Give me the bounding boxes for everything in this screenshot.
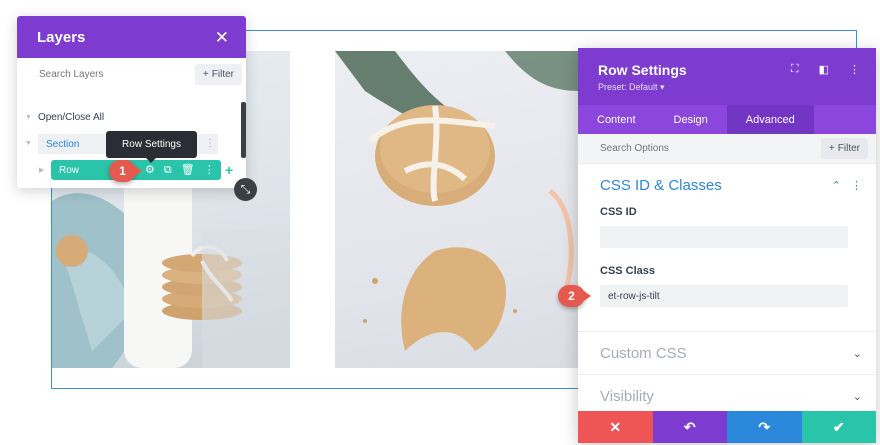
tab-advanced[interactable]: Advanced xyxy=(726,105,814,134)
tab-content[interactable]: Content xyxy=(578,105,655,134)
more-icon[interactable]: ⋮ xyxy=(851,179,862,192)
layers-scrollbar[interactable] xyxy=(241,102,246,158)
group-header[interactable]: CSS ID & Classes ⌃ ⋮ xyxy=(578,164,876,206)
section-more-icon[interactable]: ⋮ xyxy=(205,138,215,149)
group-custom-css[interactable]: Custom CSS ⌄ xyxy=(578,332,876,375)
builder-canvas: Layers ✕ + Filter ▼ Open/Close All Secti… xyxy=(0,0,880,445)
preset-dropdown[interactable]: Preset: Default ▾ xyxy=(598,82,876,93)
options-search-input[interactable] xyxy=(600,143,750,154)
cookies-ribbon-image xyxy=(335,51,578,368)
settings-header: Row Settings Preset: Default ▾ ⛶ ◧ ⋮ xyxy=(578,48,876,105)
caret-down-icon[interactable]: ▼ xyxy=(25,140,32,147)
tooltip-text: Row Settings xyxy=(122,139,181,150)
redo-icon: ↷ xyxy=(758,418,771,435)
fullscreen-icon[interactable]: ⛶ xyxy=(791,63,799,76)
step-number: 2 xyxy=(568,289,575,303)
group-title: CSS ID & Classes xyxy=(600,176,722,194)
css-id-label: CSS ID xyxy=(600,206,637,218)
caret-right-icon[interactable]: ▶ xyxy=(39,166,44,174)
group-css-id-classes: CSS ID & Classes ⌃ ⋮ CSS ID CSS Class xyxy=(578,164,876,332)
open-close-all-label: Open/Close All xyxy=(37,112,105,123)
chevron-down-icon[interactable]: ⌄ xyxy=(853,347,862,360)
more-icon[interactable]: ⋮ xyxy=(849,63,860,76)
cancel-button[interactable]: ✕ xyxy=(578,411,653,443)
row-settings-tooltip: Row Settings xyxy=(106,131,197,163)
css-id-field[interactable] xyxy=(600,226,848,248)
plus-icon: + xyxy=(828,143,835,154)
filter-label: Filter xyxy=(837,143,860,154)
step-badge-1: 1 xyxy=(109,160,142,182)
duplicate-icon[interactable]: ⧉ xyxy=(164,164,172,176)
trash-icon[interactable]: 🗑 xyxy=(181,164,195,176)
plus-icon: + xyxy=(202,68,209,80)
caret-down-icon: ▼ xyxy=(25,114,32,121)
layers-header: Layers ✕ xyxy=(17,16,246,58)
settings-footer: ✕ ↶ ↷ ✔ xyxy=(578,411,876,443)
layers-search-bar: + Filter xyxy=(17,59,246,89)
filter-label: Filter xyxy=(211,68,234,80)
layers-filter-button[interactable]: + Filter xyxy=(194,63,242,85)
split-view-icon[interactable]: ◧ xyxy=(819,63,829,76)
group-header[interactable]: Custom CSS ⌄ xyxy=(578,332,876,374)
gear-icon[interactable]: ⚙ xyxy=(145,164,155,176)
add-icon[interactable]: + xyxy=(225,162,233,178)
save-button[interactable]: ✔ xyxy=(801,411,876,443)
css-class-label: CSS Class xyxy=(600,265,656,277)
close-icon: ✕ xyxy=(609,418,622,435)
group-title: Visibility xyxy=(600,387,654,405)
group-title: Custom CSS xyxy=(600,344,687,362)
layers-search-input[interactable] xyxy=(39,68,169,80)
step-number: 1 xyxy=(119,164,126,178)
options-search-bar: + Filter xyxy=(578,134,876,164)
undo-button[interactable]: ↶ xyxy=(652,411,727,443)
layers-title: Layers xyxy=(37,28,86,46)
close-icon[interactable]: ✕ xyxy=(215,29,229,46)
settings-tabs: Content Design Advanced xyxy=(578,105,876,134)
redo-button[interactable]: ↷ xyxy=(727,411,802,443)
check-icon: ✔ xyxy=(832,418,845,435)
row-actions: ⚙ ⧉ 🗑 ⋮ xyxy=(145,164,215,176)
chevron-down-icon[interactable]: ⌄ xyxy=(853,390,862,403)
step-badge-2: 2 xyxy=(558,285,591,307)
open-close-all-toggle[interactable]: ▼ Open/Close All xyxy=(25,112,104,123)
more-icon[interactable]: ⋮ xyxy=(204,164,215,176)
tab-design[interactable]: Design xyxy=(655,105,727,134)
undo-icon: ↶ xyxy=(683,418,696,435)
row-settings-panel: Row Settings Preset: Default ▾ ⛶ ◧ ⋮ Con… xyxy=(578,48,876,443)
chevron-up-icon[interactable]: ⌃ xyxy=(832,179,841,192)
group-icons: ⌃ ⋮ xyxy=(832,179,862,192)
resize-icon[interactable]: ⤡ xyxy=(234,178,257,201)
section-label: Section xyxy=(46,138,80,150)
options-filter-button[interactable]: + Filter xyxy=(820,138,868,159)
css-class-field[interactable] xyxy=(600,285,848,307)
header-icons: ⛶ ◧ ⋮ xyxy=(791,63,860,76)
